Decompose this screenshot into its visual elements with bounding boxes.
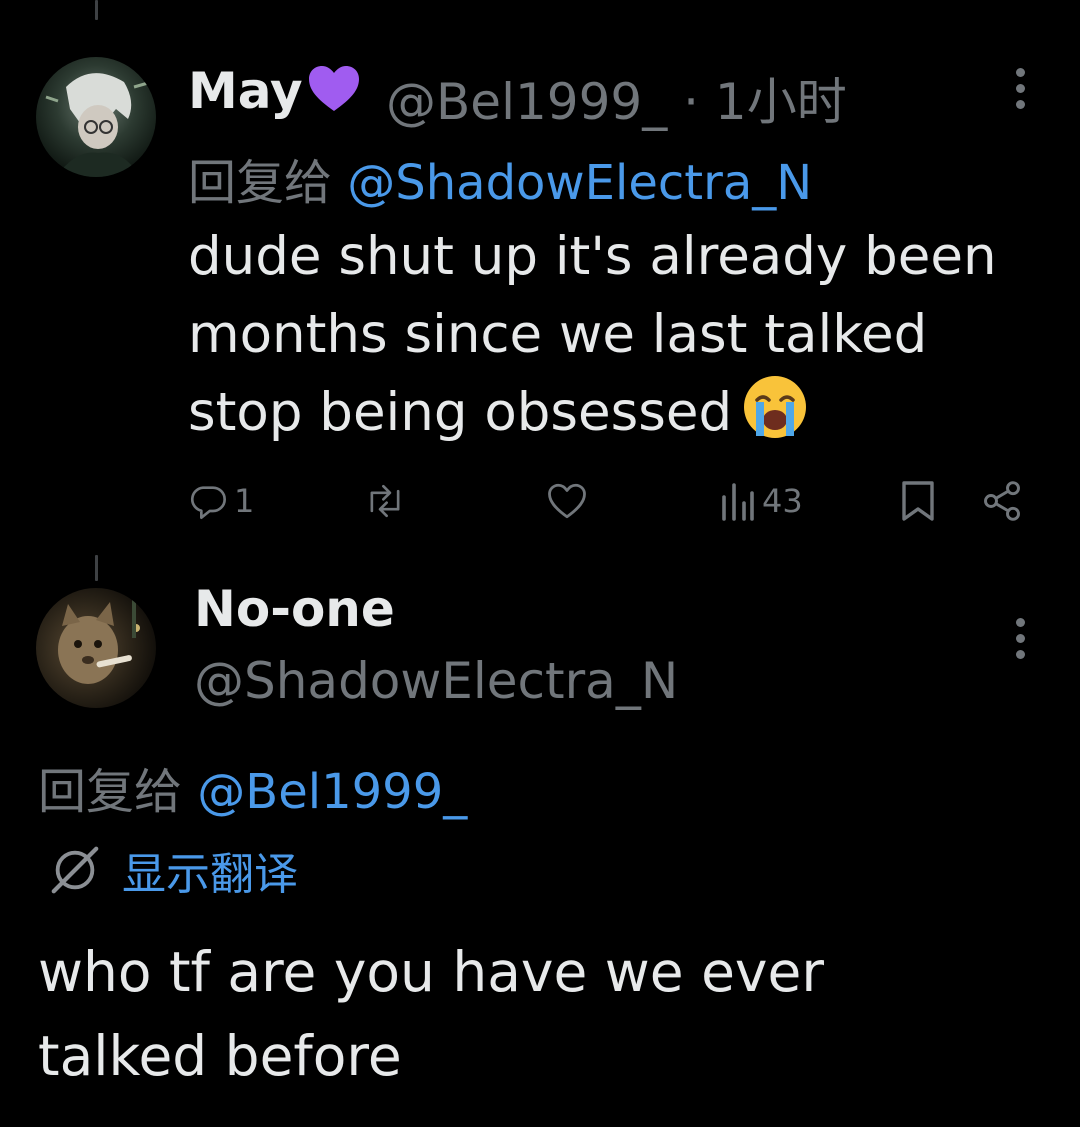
heart-outline-icon xyxy=(548,483,586,519)
author-handle[interactable]: @ShadowElectra_N xyxy=(194,652,678,710)
avatar-image-no-one xyxy=(36,588,156,708)
more-options-icon[interactable] xyxy=(1014,68,1026,116)
author-name-text[interactable]: May xyxy=(188,62,303,120)
timestamp[interactable]: 1小时 xyxy=(715,73,847,131)
reply-prefix: 回复给 xyxy=(188,155,333,211)
views-count: 43 xyxy=(762,482,803,520)
show-translation-label[interactable]: 显示翻译 xyxy=(122,838,298,902)
avatar[interactable] xyxy=(36,588,156,708)
reply-prefix: 回复给 xyxy=(38,764,183,820)
author-name[interactable]: No-one xyxy=(194,580,395,638)
views-button[interactable]: 43 xyxy=(720,478,803,524)
more-options-icon[interactable] xyxy=(1014,618,1026,666)
loudly-crying-face-icon xyxy=(742,374,808,462)
tweet-text: who tf are you have we ever talked befor… xyxy=(38,930,824,1098)
tweet-text-line: dude shut up it's already been xyxy=(188,226,997,287)
repost-icon xyxy=(370,484,400,518)
analytics-icon xyxy=(722,483,754,521)
like-button[interactable] xyxy=(546,478,594,524)
share-icon xyxy=(984,481,1020,521)
repost-button[interactable] xyxy=(362,478,414,524)
tweet-text-line: talked before xyxy=(38,1024,402,1088)
reply-count: 1 xyxy=(234,482,255,520)
thread-line-top xyxy=(95,0,98,20)
avatar-image-may xyxy=(36,57,156,177)
tweet-text-line: months since we last talked xyxy=(188,304,928,365)
reply-mention-link[interactable]: @ShadowElectra_N xyxy=(347,155,812,211)
tweet-text-line: stop being obsessed xyxy=(188,374,997,462)
translate-globe-icon xyxy=(51,846,99,894)
show-translation-button[interactable]: 显示翻译 xyxy=(48,838,298,902)
tweet-text-last: stop being obsessed xyxy=(188,382,733,443)
purple-heart-icon xyxy=(307,64,361,126)
reply-context: 回复给 @ShadowElectra_N xyxy=(188,143,812,213)
tweet-text: dude shut up it's already been months si… xyxy=(188,218,997,462)
reply-context: 回复给 @Bel1999_ xyxy=(38,752,467,822)
author-name[interactable]: May xyxy=(188,62,361,126)
author-handle[interactable]: @Bel1999_ xyxy=(386,73,667,131)
tweet-meta: @Bel1999_ · 1小时 xyxy=(386,62,847,134)
thread-line-middle xyxy=(95,555,98,581)
meta-separator: · xyxy=(683,73,700,131)
bookmark-icon xyxy=(902,481,934,521)
reply-mention-link[interactable]: @Bel1999_ xyxy=(197,764,467,820)
reply-button[interactable]: 1 xyxy=(188,478,254,524)
avatar[interactable] xyxy=(36,57,156,177)
bookmark-button[interactable] xyxy=(900,478,936,524)
reply-icon xyxy=(190,486,226,519)
share-button[interactable] xyxy=(980,478,1024,524)
tweet-text-line: who tf are you have we ever xyxy=(38,940,824,1004)
